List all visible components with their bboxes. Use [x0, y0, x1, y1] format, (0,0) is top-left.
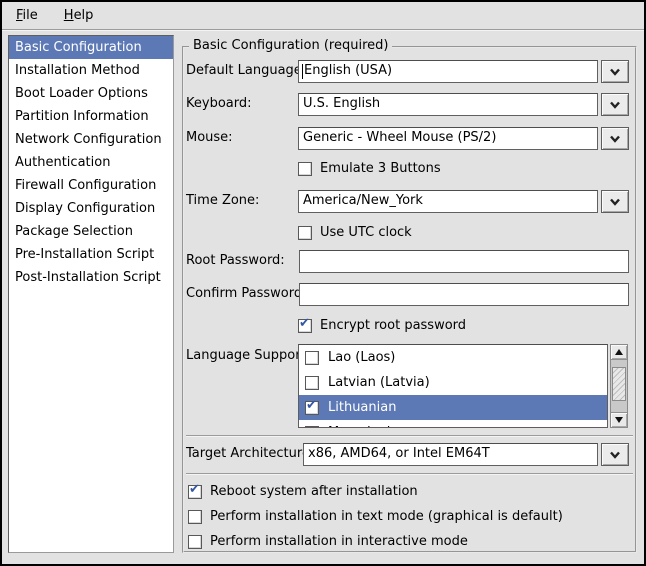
language-option-latvian[interactable]: Latvian (Latvia): [299, 370, 607, 395]
language-support-list: Lao (Laos) Latvian (Latvia) Lithuanian M…: [298, 344, 608, 428]
mouse-value: Generic - Wheel Mouse (PS/2): [303, 130, 496, 145]
separator: [186, 473, 633, 475]
language-lao-checkbox[interactable]: [305, 351, 319, 365]
mouse-label: Mouse:: [186, 130, 233, 145]
reboot-after-install-checkbox[interactable]: [188, 485, 202, 499]
default-language-label: Default Language:: [186, 63, 306, 78]
mouse-dropdown-button[interactable]: [601, 127, 629, 150]
mouse-combo[interactable]: Generic - Wheel Mouse (PS/2): [298, 127, 598, 150]
default-language-combo[interactable]: English (USA): [298, 60, 598, 83]
default-language-dropdown-button[interactable]: [601, 60, 629, 83]
target-architecture-dropdown-button[interactable]: [601, 443, 629, 466]
target-architecture-label: Target Architecture:: [186, 446, 314, 461]
keyboard-combo[interactable]: U.S. English: [298, 93, 598, 116]
emulate-3-buttons-checkbox[interactable]: [298, 162, 312, 176]
sidebar-item-partition-information[interactable]: Partition Information: [9, 105, 173, 128]
text-mode-install-checkbox[interactable]: [188, 510, 202, 524]
time-zone-value: America/New_York: [303, 193, 423, 208]
time-zone-label: Time Zone:: [186, 193, 259, 208]
scrollbar-thumb[interactable]: [612, 367, 626, 401]
default-language-value: English (USA): [304, 63, 392, 78]
reboot-after-install-label: Reboot system after installation: [210, 484, 418, 499]
emulate-3-buttons-checkbox-row[interactable]: Emulate 3 Buttons: [298, 160, 441, 177]
use-utc-clock-checkbox-row[interactable]: Use UTC clock: [298, 224, 412, 241]
reboot-after-install-checkbox-row[interactable]: Reboot system after installation: [188, 483, 418, 500]
chevron-down-icon: [609, 198, 621, 206]
keyboard-dropdown-button[interactable]: [601, 93, 629, 116]
keyboard-value: U.S. English: [303, 96, 380, 111]
confirm-password-field[interactable]: [299, 283, 629, 306]
sidebar-item-authentication[interactable]: Authentication: [9, 151, 173, 174]
sidebar-item-post-installation-script[interactable]: Post-Installation Script: [9, 266, 173, 289]
language-lithuanian-checkbox[interactable]: [305, 401, 319, 415]
language-option-lao[interactable]: Lao (Laos): [299, 345, 607, 370]
scroll-down-button[interactable]: [611, 412, 627, 427]
kickstart-configurator-window: File Help Basic Configuration Installati…: [0, 0, 646, 566]
scroll-up-button[interactable]: [611, 345, 627, 360]
menubar: File Help: [2, 2, 644, 30]
encrypt-root-password-checkbox[interactable]: [298, 319, 312, 333]
chevron-down-icon: [609, 101, 621, 109]
language-support-label: Language Support:: [186, 348, 310, 363]
time-zone-combo[interactable]: America/New_York: [298, 190, 598, 213]
emulate-3-buttons-label: Emulate 3 Buttons: [320, 161, 441, 176]
sidebar-item-installation-method[interactable]: Installation Method: [9, 59, 173, 82]
encrypt-root-password-label: Encrypt root password: [320, 318, 466, 333]
section-list: Basic Configuration Installation Method …: [8, 35, 174, 553]
basic-configuration-panel: Basic Configuration (required) Default L…: [182, 46, 637, 553]
language-latvian-label: Latvian (Latvia): [328, 375, 430, 390]
use-utc-clock-label: Use UTC clock: [320, 225, 412, 240]
target-architecture-combo[interactable]: x86, AMD64, or Intel EM64T: [303, 443, 598, 466]
arrow-down-icon: [615, 417, 623, 423]
chevron-down-icon: [609, 68, 621, 76]
text-mode-install-label: Perform installation in text mode (graph…: [210, 509, 563, 524]
language-lao-label: Lao (Laos): [328, 350, 395, 365]
encrypt-root-password-checkbox-row[interactable]: Encrypt root password: [298, 317, 466, 334]
menu-file-label: File: [16, 8, 38, 23]
language-option-macedonian[interactable]: Macedonian: [299, 420, 607, 428]
separator: [186, 435, 633, 437]
sidebar-item-pre-installation-script[interactable]: Pre-Installation Script: [9, 243, 173, 266]
interactive-install-checkbox-row[interactable]: Perform installation in interactive mode: [188, 533, 468, 550]
menu-file[interactable]: File: [8, 5, 46, 26]
group-title: Basic Configuration (required): [189, 38, 392, 53]
language-latvian-checkbox[interactable]: [305, 376, 319, 390]
chevron-down-icon: [609, 451, 621, 459]
interactive-install-checkbox[interactable]: [188, 535, 202, 549]
root-password-field[interactable]: [299, 250, 629, 273]
text-mode-install-checkbox-row[interactable]: Perform installation in text mode (graph…: [188, 508, 563, 525]
arrow-up-icon: [615, 349, 623, 355]
keyboard-label: Keyboard:: [186, 96, 252, 111]
sidebar-item-basic-configuration[interactable]: Basic Configuration: [9, 36, 173, 59]
language-list-scrollbar[interactable]: [610, 344, 628, 428]
confirm-password-label: Confirm Password:: [186, 286, 306, 301]
menu-help[interactable]: Help: [56, 5, 102, 26]
sidebar-item-firewall-configuration[interactable]: Firewall Configuration: [9, 174, 173, 197]
sidebar-item-package-selection[interactable]: Package Selection: [9, 220, 173, 243]
menu-help-label: Help: [64, 8, 94, 23]
target-architecture-value: x86, AMD64, or Intel EM64T: [308, 446, 490, 461]
chevron-down-icon: [609, 135, 621, 143]
sidebar-item-network-configuration[interactable]: Network Configuration: [9, 128, 173, 151]
sidebar-item-boot-loader-options[interactable]: Boot Loader Options: [9, 82, 173, 105]
time-zone-dropdown-button[interactable]: [601, 190, 629, 213]
language-macedonian-checkbox[interactable]: [305, 426, 319, 429]
sidebar-item-display-configuration[interactable]: Display Configuration: [9, 197, 173, 220]
use-utc-clock-checkbox[interactable]: [298, 226, 312, 240]
language-lithuanian-label: Lithuanian: [328, 400, 396, 415]
interactive-install-label: Perform installation in interactive mode: [210, 534, 468, 549]
text-cursor: [302, 64, 303, 79]
root-password-label: Root Password:: [186, 253, 285, 268]
language-option-lithuanian[interactable]: Lithuanian: [299, 395, 607, 420]
language-macedonian-label: Macedonian: [328, 425, 407, 428]
